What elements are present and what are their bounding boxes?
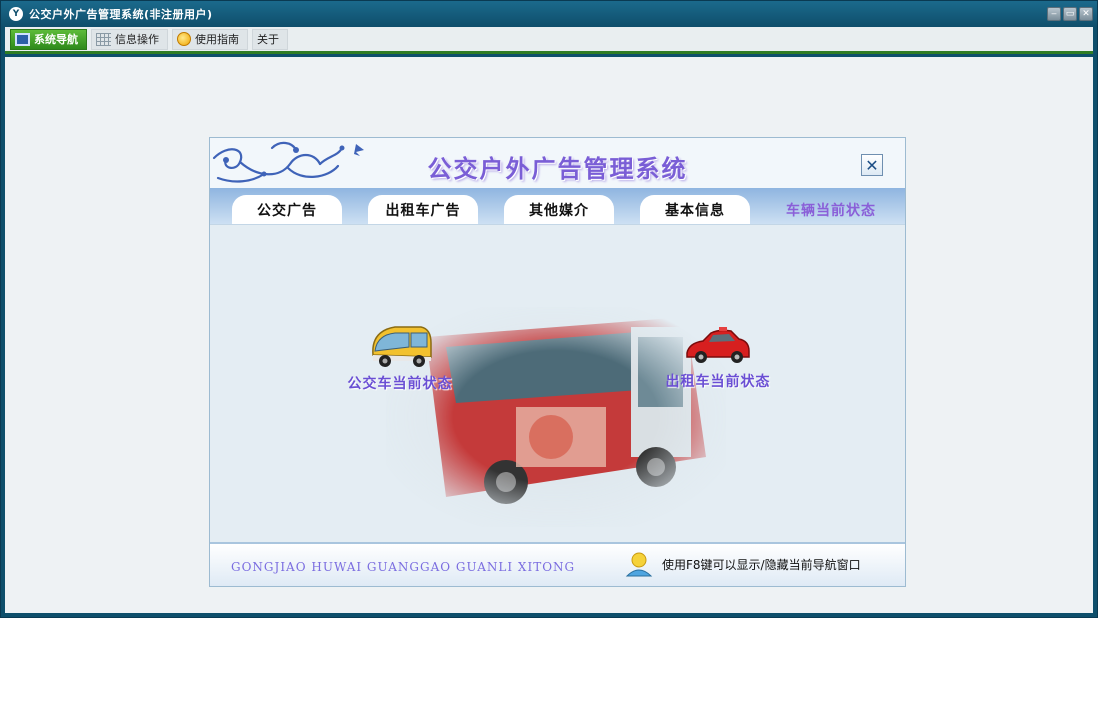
panel-footer: GONGJIAO HUWAI GUANGGAO GUANLI XITONG 使用… <box>210 542 905 586</box>
menu-tab-label: 关于 <box>257 33 279 46</box>
bus-status-label: 公交车当前状态 <box>347 376 453 392</box>
minimize-button[interactable]: ‒ <box>1047 7 1061 21</box>
window-title: 公交户外广告管理系统(非注册用户) <box>29 8 213 21</box>
menu-tab-info-ops[interactable]: 信息操作 <box>91 28 168 50</box>
tab-vehicle-status[interactable]: 车辆当前状态 <box>772 195 890 224</box>
menu-tab-system-nav[interactable]: 系统导航 <box>10 28 87 50</box>
tab-bus-ads[interactable]: 公交广告 <box>232 195 342 224</box>
close-panel-button[interactable]: ✕ <box>861 154 883 176</box>
tab-content: 公交车当前状态 出租车当前状态 <box>210 224 905 538</box>
title-bar: Y 公交户外广告管理系统(非注册用户) ‒ ▭ ✕ <box>1 1 1097 27</box>
bus-icon <box>372 326 432 367</box>
grid-icon <box>96 32 111 46</box>
panel-header: 公交户外广告管理系统 ✕ <box>210 138 905 188</box>
lightbulb-person-icon <box>625 552 653 577</box>
menu-tab-label: 信息操作 <box>115 33 159 46</box>
app-logo-icon: Y <box>9 7 23 21</box>
guide-icon <box>177 32 191 46</box>
panel-title: 公交户外广告管理系统 <box>427 154 688 183</box>
menu-tab-label: 系统导航 <box>34 33 78 46</box>
footer-hint: 使用F8键可以显示/隐藏当前导航窗口 <box>662 558 861 572</box>
bus-status-item[interactable]: 公交车当前状态 <box>340 321 460 393</box>
menu-tab-user-guide[interactable]: 使用指南 <box>172 28 248 50</box>
menu-bar: 系统导航 信息操作 使用指南 关于 <box>5 27 1093 54</box>
tab-taxi-ads[interactable]: 出租车广告 <box>368 195 478 224</box>
menu-tab-about[interactable]: 关于 <box>252 28 288 50</box>
close-window-button[interactable]: ✕ <box>1079 7 1093 21</box>
monitor-icon <box>15 32 30 46</box>
restore-button[interactable]: ▭ <box>1063 7 1077 21</box>
navigation-panel: 公交户外广告管理系统 ✕ 公交广告 出租车广告 其他媒介 基本信息 车辆当前状态 <box>209 137 906 587</box>
footer-pinyin: GONGJIAO HUWAI GUANGGAO GUANLI XITONG <box>231 560 576 574</box>
menu-tab-label: 使用指南 <box>195 33 239 46</box>
tab-strip: 公交广告 出租车广告 其他媒介 基本信息 车辆当前状态 <box>210 188 905 224</box>
taxi-status-item[interactable]: 出租车当前状态 <box>658 323 778 391</box>
window-controls: ‒ ▭ ✕ <box>1047 7 1093 21</box>
taxi-icon <box>686 327 750 363</box>
taxi-status-label: 出租车当前状态 <box>665 374 771 390</box>
tab-basic-info[interactable]: 基本信息 <box>640 195 750 224</box>
tab-other-media[interactable]: 其他媒介 <box>504 195 614 224</box>
